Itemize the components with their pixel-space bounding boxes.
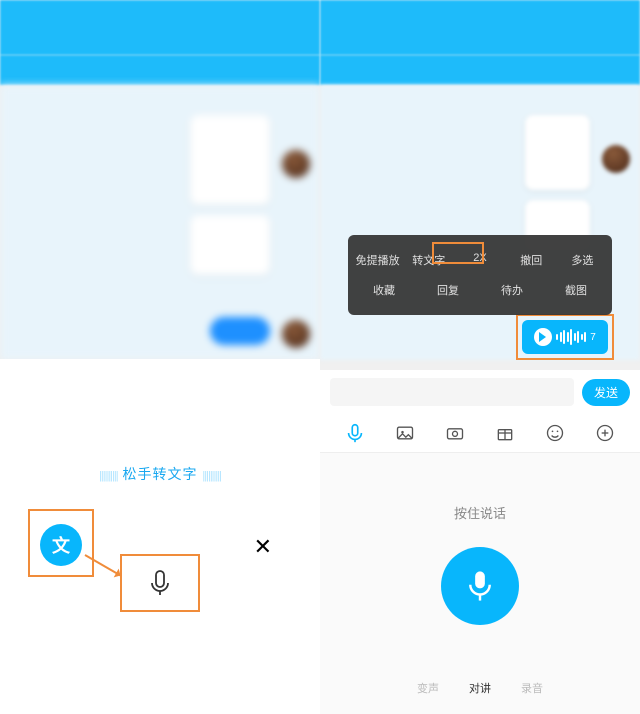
left-screen: |||||||||| 松手转文字 |||||||||| 文 ✕ bbox=[0, 0, 320, 714]
highlight-box-voice-message bbox=[516, 314, 614, 360]
hold-to-speak-label: 按住说话 bbox=[454, 503, 506, 522]
chat-subheader bbox=[0, 55, 320, 85]
menu-item-screenshot[interactable]: 截图 bbox=[544, 280, 608, 300]
chat-header bbox=[0, 0, 320, 55]
cancel-button[interactable]: ✕ bbox=[254, 534, 272, 560]
menu-item-reply[interactable]: 回复 bbox=[416, 280, 480, 300]
avatar bbox=[602, 145, 630, 173]
hint-text: 松手转文字 bbox=[123, 466, 198, 482]
convert-to-text-button[interactable]: 文 bbox=[40, 524, 82, 566]
menu-item-recall[interactable]: 撤回 bbox=[506, 250, 557, 270]
message-input[interactable] bbox=[330, 378, 574, 406]
text-input-row: 发送 bbox=[320, 370, 640, 414]
highlight-box-menu-item bbox=[432, 242, 484, 264]
highlight-box-mic bbox=[120, 554, 200, 612]
image-icon[interactable] bbox=[394, 422, 416, 444]
voice-mode-tabs: 变声 对讲 录音 bbox=[417, 680, 543, 696]
input-area: 发送 按住说话 bbox=[320, 370, 640, 714]
plus-icon[interactable] bbox=[594, 422, 616, 444]
chat-subheader bbox=[320, 55, 640, 85]
message-context-menu: 免提播放 转文字 2X 撤回 多选 收藏 回复 待办 截图 bbox=[348, 235, 612, 315]
menu-item-favorite[interactable]: 收藏 bbox=[352, 280, 416, 300]
wave-decoration-icon: |||||||||| bbox=[99, 470, 118, 482]
wave-decoration-icon: |||||||||| bbox=[202, 470, 221, 482]
message-card bbox=[190, 115, 270, 205]
microphone-icon bbox=[148, 569, 172, 597]
voice-record-panel: 按住说话 变声 对讲 录音 bbox=[320, 452, 640, 714]
release-hint: |||||||||| 松手转文字 |||||||||| bbox=[0, 464, 320, 484]
camera-icon[interactable] bbox=[444, 422, 466, 444]
avatar bbox=[282, 150, 310, 178]
menu-item-multiselect[interactable]: 多选 bbox=[557, 250, 608, 270]
menu-item-speaker[interactable]: 免提播放 bbox=[352, 250, 403, 270]
sent-bubble bbox=[210, 317, 270, 345]
record-button[interactable] bbox=[441, 547, 519, 625]
mode-intercom[interactable]: 对讲 bbox=[469, 680, 491, 696]
toolbar bbox=[320, 414, 640, 452]
menu-item-todo[interactable]: 待办 bbox=[480, 280, 544, 300]
right-screen: 免提播放 转文字 2X 撤回 多选 收藏 回复 待办 截图 7 发送 bbox=[320, 0, 640, 714]
message-card bbox=[525, 115, 590, 190]
emoji-icon[interactable] bbox=[544, 422, 566, 444]
chat-header bbox=[320, 0, 640, 55]
gift-icon[interactable] bbox=[494, 422, 516, 444]
voice-tab-icon[interactable] bbox=[344, 422, 366, 444]
voice-input-panel: |||||||||| 松手转文字 |||||||||| 文 ✕ bbox=[0, 359, 320, 714]
microphone-icon bbox=[465, 569, 495, 603]
avatar bbox=[282, 320, 310, 348]
message-card bbox=[190, 215, 270, 275]
mode-record[interactable]: 录音 bbox=[521, 680, 543, 696]
mode-change-voice[interactable]: 变声 bbox=[417, 680, 439, 696]
chat-history-blurred bbox=[0, 85, 320, 360]
send-button[interactable]: 发送 bbox=[582, 379, 630, 406]
